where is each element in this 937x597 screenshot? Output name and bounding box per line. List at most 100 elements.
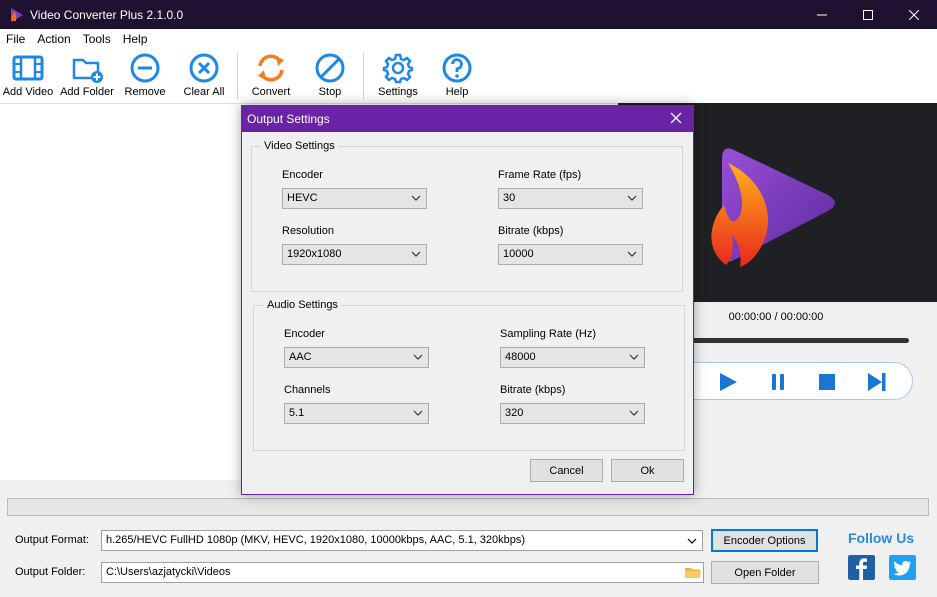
video-encoder-label: Encoder: [282, 169, 323, 181]
chevron-down-icon: [411, 251, 421, 257]
frame-rate-select[interactable]: 30: [498, 188, 643, 209]
maximize-button[interactable]: [845, 0, 891, 29]
close-icon[interactable]: [669, 111, 683, 125]
menu-tools[interactable]: Tools: [77, 32, 117, 46]
menu-help[interactable]: Help: [117, 32, 154, 46]
convert-label: Convert: [251, 86, 291, 98]
output-settings-dialog: Output Settings Video Settings Encoder H…: [241, 105, 694, 495]
chevron-down-icon: [413, 354, 423, 360]
resolution-select[interactable]: 1920x1080: [282, 244, 427, 265]
settings-label: Settings: [378, 86, 418, 98]
add-video-label: Add Video: [2, 86, 54, 98]
output-format-select[interactable]: h.265/HEVC FullHD 1080p (MKV, HEVC, 1920…: [101, 530, 703, 551]
menu-action[interactable]: Action: [31, 32, 76, 46]
video-settings-title: Video Settings: [261, 140, 338, 152]
remove-button[interactable]: Remove: [120, 49, 170, 103]
frame-rate-label: Frame Rate (fps): [498, 169, 582, 181]
sampling-rate-value: 48000: [505, 351, 536, 363]
ok-button[interactable]: Ok: [611, 459, 684, 482]
window-title: Video Converter Plus 2.1.0.0: [30, 7, 184, 22]
audio-encoder-select[interactable]: AAC: [284, 347, 429, 368]
stop-button[interactable]: Stop: [308, 49, 352, 103]
chevron-down-icon: [687, 538, 697, 544]
dialog-title-bar: Output Settings: [242, 106, 693, 132]
audio-settings-group: Audio Settings Encoder AAC Sampling Rate…: [253, 299, 685, 451]
help-label: Help: [445, 86, 469, 98]
app-logo-icon: [11, 7, 23, 22]
conversion-progress-bar: [7, 498, 929, 516]
clear-all-label: Clear All: [183, 86, 225, 98]
chevron-down-icon: [413, 410, 423, 416]
output-folder-label: Output Folder:: [15, 566, 86, 578]
audio-bitrate-select[interactable]: 320: [500, 403, 645, 424]
video-encoder-select[interactable]: HEVC: [282, 188, 427, 209]
toolbar-separator: [363, 53, 364, 99]
audio-settings-title: Audio Settings: [264, 299, 341, 311]
minimize-icon: [817, 14, 827, 15]
facebook-icon[interactable]: [848, 555, 875, 580]
gear-icon: [382, 53, 414, 84]
play-icon[interactable]: [717, 371, 739, 393]
output-folder-input[interactable]: C:\Users\azjatycki\Videos: [101, 562, 704, 583]
stop-label: Stop: [318, 86, 342, 98]
folder-add-icon: [72, 58, 103, 83]
video-settings-group: Video Settings Encoder HEVC Frame Rate (…: [251, 140, 683, 292]
dialog-title: Output Settings: [247, 112, 330, 126]
maximize-icon: [863, 9, 873, 20]
chevron-down-icon: [627, 251, 637, 257]
audio-encoder-label: Encoder: [284, 328, 325, 340]
open-folder-button[interactable]: Open Folder: [711, 561, 819, 584]
add-folder-button[interactable]: Add Folder: [58, 49, 116, 103]
help-button[interactable]: Help: [436, 49, 478, 103]
app-window: Video Converter Plus 2.1.0.0 File Action…: [0, 0, 937, 597]
stop-icon[interactable]: [816, 371, 838, 393]
chevron-down-icon: [629, 354, 639, 360]
output-format-label: Output Format:: [15, 534, 89, 546]
channels-select[interactable]: 5.1: [284, 403, 429, 424]
channels-label: Channels: [284, 384, 331, 396]
timecode: 00:00:00 / 00:00:00: [728, 311, 824, 323]
video-bitrate-value: 10000: [503, 248, 534, 260]
video-bitrate-label: Bitrate (kbps): [498, 225, 564, 237]
convert-button[interactable]: Convert: [247, 49, 295, 103]
clear-all-icon: [189, 53, 219, 83]
output-folder-value: C:\Users\azjatycki\Videos: [106, 566, 231, 578]
close-icon: [909, 9, 919, 20]
seek-bar[interactable]: [690, 338, 909, 343]
resolution-value: 1920x1080: [287, 248, 342, 260]
menu-bar: File Action Tools Help: [0, 29, 937, 49]
next-icon[interactable]: [866, 371, 888, 393]
output-format-value: h.265/HEVC FullHD 1080p (MKV, HEVC, 1920…: [106, 534, 526, 546]
remove-icon: [130, 53, 160, 83]
settings-button[interactable]: Settings: [373, 49, 423, 103]
chevron-down-icon: [627, 195, 637, 201]
video-encoder-value: HEVC: [287, 192, 318, 204]
add-folder-label: Add Folder: [60, 86, 114, 98]
remove-label: Remove: [124, 86, 166, 98]
minimize-button[interactable]: [799, 0, 845, 29]
menu-file[interactable]: File: [0, 32, 31, 46]
toolbar-separator: [237, 53, 238, 99]
twitter-icon[interactable]: [889, 555, 916, 580]
video-bitrate-select[interactable]: 10000: [498, 244, 643, 265]
sampling-rate-select[interactable]: 48000: [500, 347, 645, 368]
follow-us-heading: Follow Us: [848, 530, 915, 546]
audio-encoder-value: AAC: [289, 351, 312, 363]
folder-icon[interactable]: [685, 566, 701, 579]
frame-rate-value: 30: [503, 192, 516, 204]
cancel-button[interactable]: Cancel: [530, 459, 603, 482]
chevron-down-icon: [629, 410, 639, 416]
sampling-rate-label: Sampling Rate (Hz): [500, 328, 596, 340]
chevron-down-icon: [411, 195, 421, 201]
audio-bitrate-value: 320: [505, 407, 524, 419]
encoder-options-button[interactable]: Encoder Options: [711, 529, 818, 552]
pause-icon[interactable]: [767, 371, 789, 393]
stop-icon: [315, 53, 345, 83]
channels-value: 5.1: [289, 407, 305, 419]
resolution-label: Resolution: [282, 225, 334, 237]
clear-all-button[interactable]: Clear All: [180, 49, 228, 103]
help-icon: [442, 53, 472, 83]
add-video-button[interactable]: Add Video: [2, 49, 54, 103]
close-button[interactable]: [891, 0, 937, 29]
toolbar: Add Video Add Folder Remove Clear All Co…: [0, 49, 937, 103]
